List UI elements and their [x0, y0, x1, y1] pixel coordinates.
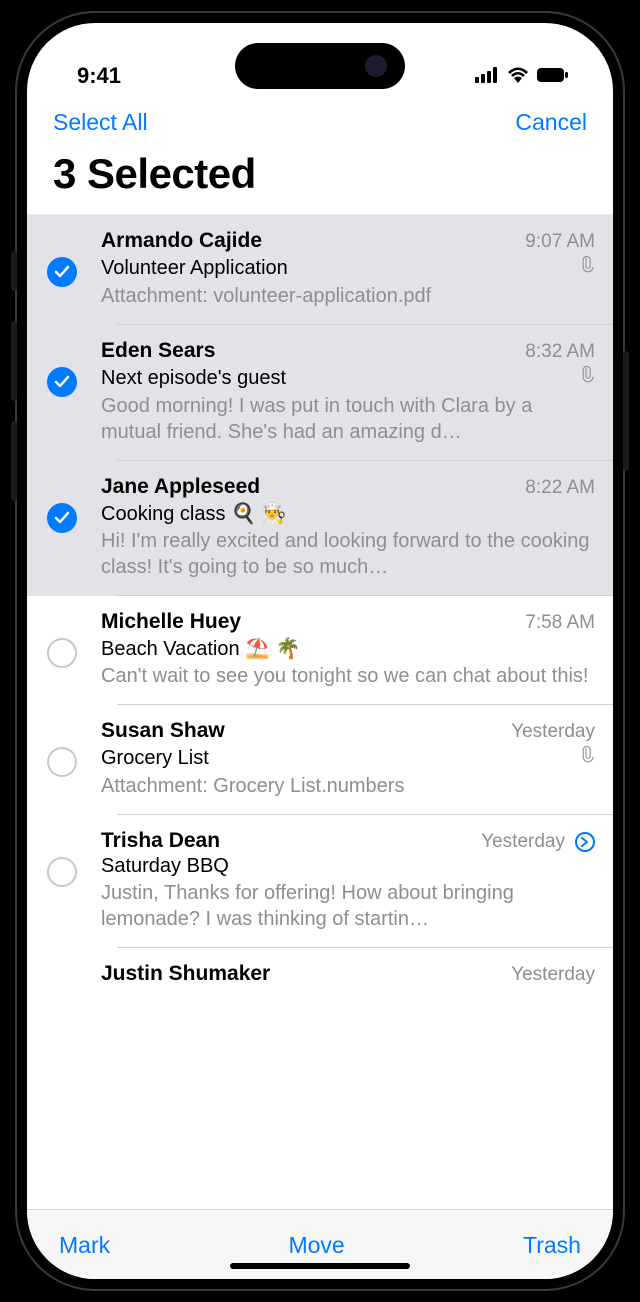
email-row[interactable]: Trisha Dean Yesterday Saturday BBQJustin, …: [27, 815, 613, 948]
subject-label: Saturday BBQ: [101, 855, 229, 878]
email-list[interactable]: Armando Cajide 9:07 AM Volunteer Applicati…: [27, 214, 613, 1209]
time-label: 8:22 AM: [525, 477, 595, 499]
page-title: 3 Selected: [27, 146, 613, 214]
email-row[interactable]: Michelle Huey 7:58 AM Beach Vacation ⛱️ 🌴C…: [27, 596, 613, 705]
sender-label: Eden Sears: [101, 339, 215, 363]
volume-up-button: [11, 321, 17, 401]
checkbox-unchecked-icon[interactable]: [47, 747, 77, 777]
checkbox-checked-icon[interactable]: [47, 503, 77, 533]
time-label: 9:07 AM: [525, 231, 595, 253]
preview-text: Attachment: volunteer-application.pdf: [101, 283, 595, 309]
email-row[interactable]: Justin Shumaker Yesterday: [27, 948, 613, 1020]
disclosure-chevron-icon[interactable]: [571, 831, 595, 853]
preview-text: Good morning! I was put in touch with Cl…: [101, 393, 595, 445]
checkbox-checked-icon[interactable]: [47, 367, 77, 397]
cancel-button[interactable]: Cancel: [515, 109, 587, 136]
attachment-icon: [577, 255, 595, 281]
phone-frame: 9:41 Select All Cancel 3 Selected Armand…: [15, 11, 625, 1291]
attachment-icon: [577, 745, 595, 771]
sender-label: Trisha Dean: [101, 829, 220, 853]
email-row[interactable]: Eden Sears 8:32 AM Next episode's guest Goo…: [27, 325, 613, 461]
preview-text: Hi! I'm really excited and looking forwa…: [101, 528, 595, 580]
cellular-icon: [475, 63, 499, 89]
home-indicator[interactable]: [230, 1263, 410, 1269]
preview-text: Can't wait to see you tonight so we can …: [101, 663, 595, 689]
email-row[interactable]: Armando Cajide 9:07 AM Volunteer Applicati…: [27, 215, 613, 325]
mark-button[interactable]: Mark: [59, 1232, 110, 1259]
email-row[interactable]: Jane Appleseed 8:22 AM Cooking class 🍳 👨‍🍳…: [27, 461, 613, 596]
move-button[interactable]: Move: [288, 1232, 344, 1259]
volume-down-button: [11, 421, 17, 501]
checkbox-unchecked-icon[interactable]: [47, 857, 77, 887]
subject-label: Beach Vacation ⛱️ 🌴: [101, 636, 301, 661]
dynamic-island: [235, 43, 405, 89]
checkbox-unchecked-icon[interactable]: [47, 638, 77, 668]
checkbox-checked-icon[interactable]: [47, 257, 77, 287]
sender-label: Susan Shaw: [101, 719, 225, 743]
attachment-icon: [577, 365, 595, 391]
select-all-button[interactable]: Select All: [53, 109, 148, 136]
nav-bar: Select All Cancel: [27, 95, 613, 146]
battery-icon: [537, 63, 569, 89]
sender-label: Michelle Huey: [101, 610, 241, 634]
time-label: Yesterday: [481, 831, 595, 853]
time-label: 7:58 AM: [525, 612, 595, 634]
subject-label: Cooking class 🍳 👨‍🍳: [101, 501, 286, 526]
preview-text: Justin, Thanks for offering! How about b…: [101, 880, 595, 932]
side-button: [11, 251, 17, 291]
sender-label: Armando Cajide: [101, 229, 262, 253]
subject-label: Grocery List: [101, 747, 209, 770]
trash-button[interactable]: Trash: [523, 1232, 581, 1259]
sender-label: Justin Shumaker: [101, 962, 270, 986]
screen: 9:41 Select All Cancel 3 Selected Armand…: [27, 23, 613, 1279]
status-time: 9:41: [77, 63, 121, 89]
time-label: Yesterday: [511, 721, 595, 743]
subject-label: Volunteer Application: [101, 257, 288, 280]
subject-label: Next episode's guest: [101, 367, 286, 390]
time-label: 8:32 AM: [525, 341, 595, 363]
preview-text: Attachment: Grocery List.numbers: [101, 773, 595, 799]
power-button: [623, 351, 629, 471]
email-row[interactable]: Susan Shaw Yesterday Grocery List Attachmen…: [27, 705, 613, 815]
time-label: Yesterday: [511, 964, 595, 986]
sender-label: Jane Appleseed: [101, 475, 260, 499]
wifi-icon: [507, 63, 529, 89]
